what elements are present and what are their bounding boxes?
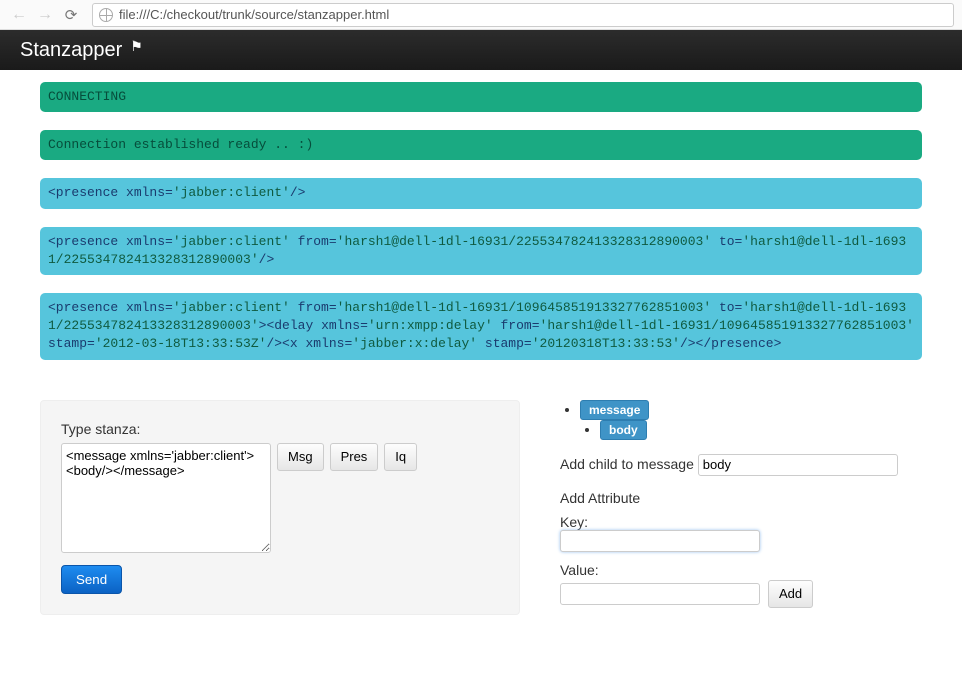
tree-node-message[interactable]: message [580,400,649,420]
stanza-textarea[interactable] [61,443,271,553]
add-attribute-section: Add Attribute Key: Value: Add [560,490,922,608]
value-label: Value: [560,562,922,578]
globe-icon [99,8,113,22]
msg-button[interactable]: Msg [277,443,324,471]
log-entry: <presence xmlns='jabber:client' from='ha… [40,227,922,275]
flag-icon: ⚑ [130,38,143,55]
compose-label: Type stanza: [61,421,499,437]
add-button[interactable]: Add [768,580,813,608]
browser-toolbar: ← → ⟳ file:///C:/checkout/trunk/source/s… [0,0,962,30]
app-title: Stanzapper [20,39,122,62]
forward-button[interactable]: → [34,4,56,26]
reload-button[interactable]: ⟳ [60,4,82,26]
back-button[interactable]: ← [8,4,30,26]
iq-button[interactable]: Iq [384,443,417,471]
compose-panel: Type stanza: Msg Pres Iq Send [40,400,520,615]
add-attribute-heading: Add Attribute [560,490,922,506]
tree-node-body[interactable]: body [600,420,647,440]
key-label: Key: [560,514,922,530]
log-entry: <presence xmlns='jabber:client' from='ha… [40,293,922,360]
tree-panel: message body Add child to message Add At… [560,400,922,615]
url-bar[interactable]: file:///C:/checkout/trunk/source/stanzap… [92,3,954,27]
stanza-tree: message body [560,400,922,440]
log-entry: CONNECTING [40,82,922,112]
log-entry: Connection established ready .. :) [40,130,922,160]
attr-key-input[interactable] [560,530,760,552]
log-entry: <presence xmlns='jabber:client'/> [40,178,922,208]
pres-button[interactable]: Pres [330,443,379,471]
app-navbar: Stanzapper ⚑ [0,30,962,70]
add-child-input[interactable] [698,454,898,476]
add-child-row: Add child to message [560,454,922,476]
log-list: CONNECTING Connection established ready .… [40,82,922,360]
attr-value-input[interactable] [560,583,760,605]
send-button[interactable]: Send [61,565,122,594]
add-child-label: Add child to message [560,456,694,472]
url-text: file:///C:/checkout/trunk/source/stanzap… [119,7,389,22]
